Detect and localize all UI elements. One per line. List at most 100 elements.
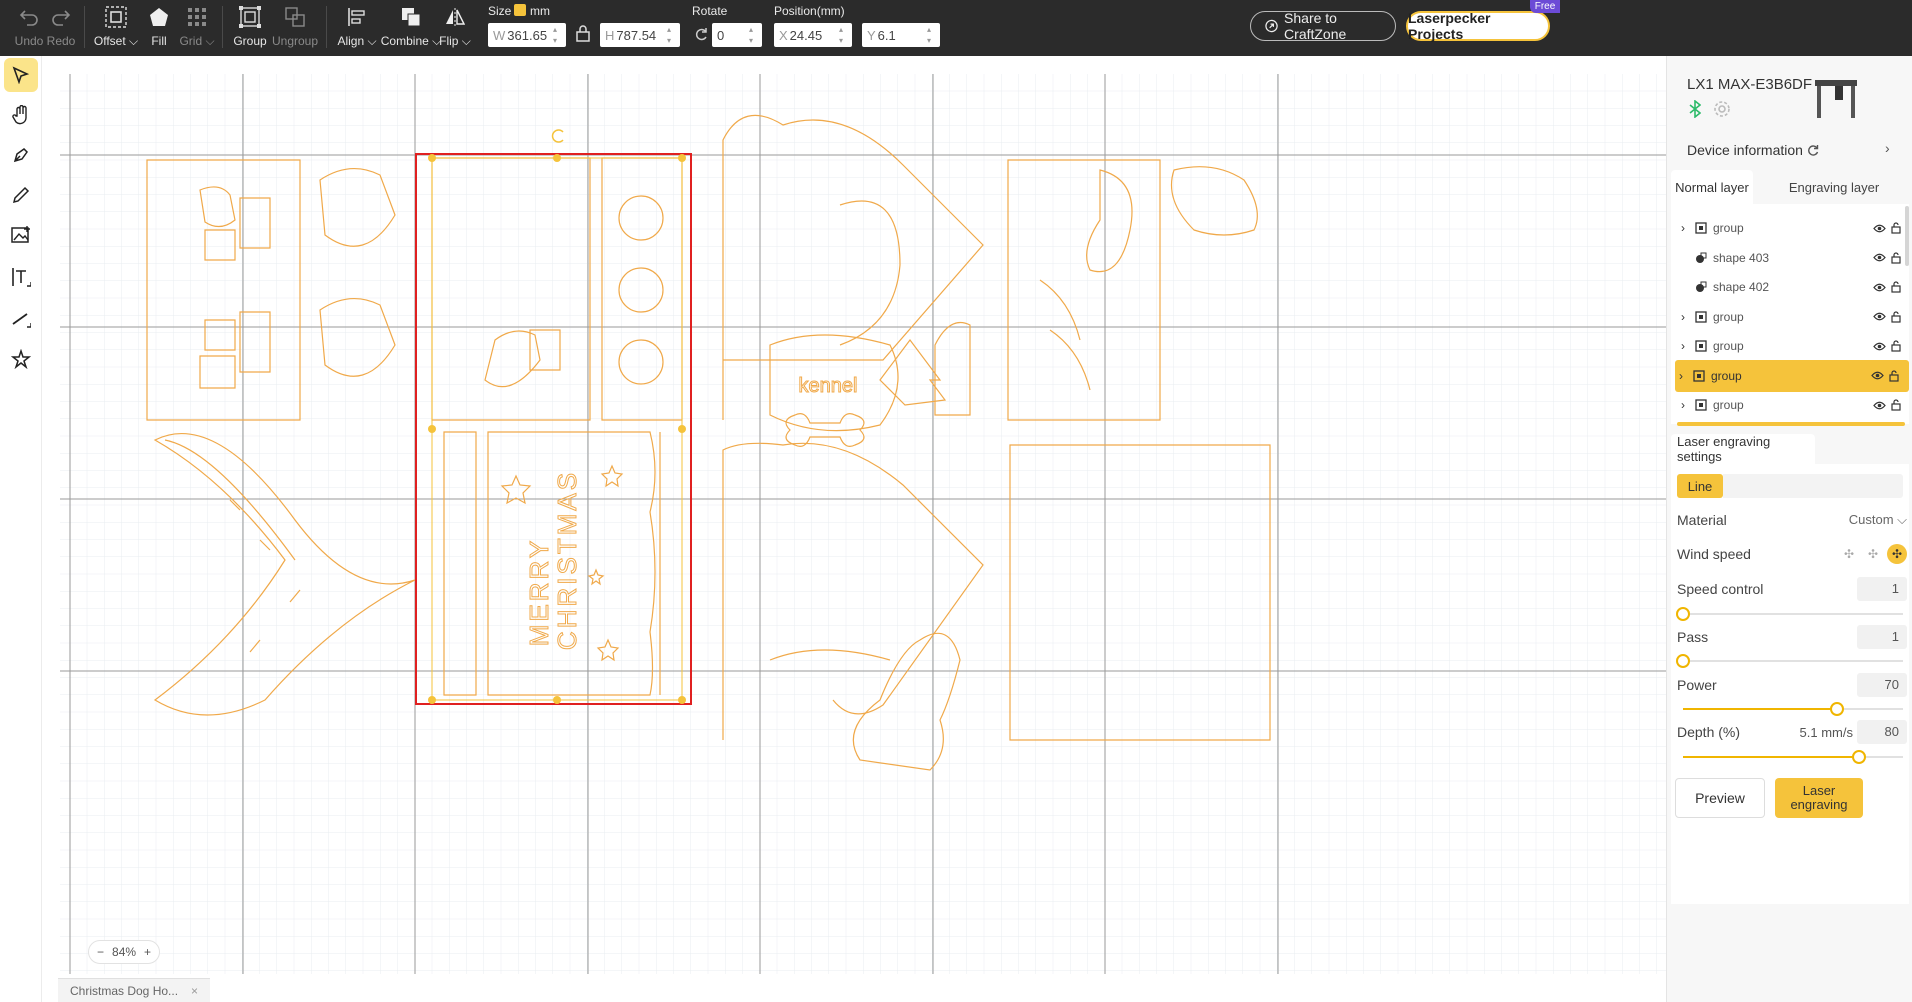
resize-handle[interactable] <box>428 425 436 433</box>
wind-mid-icon[interactable]: ✣ <box>1863 544 1883 564</box>
combine-icon <box>398 4 424 30</box>
tab-normal-layer[interactable]: Normal layer <box>1671 170 1753 204</box>
select-tool[interactable] <box>4 58 38 92</box>
slider-knob[interactable] <box>1676 607 1690 621</box>
slider-knob[interactable] <box>1852 750 1866 764</box>
share-craftzone-button[interactable]: Share to CraftZone <box>1250 10 1396 42</box>
image-icon <box>11 226 30 243</box>
eye-icon[interactable] <box>1873 283 1891 292</box>
height-stepper[interactable]: ▴ ▾ <box>667 25 677 45</box>
resize-handle[interactable] <box>428 154 436 162</box>
layer-list-scroll-indicator[interactable] <box>1677 422 1905 426</box>
zoom-in-button[interactable]: + <box>144 945 151 959</box>
lock-icon[interactable] <box>1891 222 1911 234</box>
slider-knob[interactable] <box>1676 654 1690 668</box>
lock-icon[interactable] <box>1891 251 1911 264</box>
tab-engraving-layer[interactable]: Engraving layer <box>1759 170 1909 204</box>
y-position-field[interactable]: Y 6.1 ▴ ▾ <box>862 23 940 47</box>
width-field[interactable]: W 361.65 ▴ ▾ <box>488 23 566 47</box>
eye-icon[interactable] <box>1873 342 1891 351</box>
layer-row[interactable]: › group <box>1675 359 1909 392</box>
chevron-right-icon[interactable]: › <box>1681 221 1695 235</box>
layer-row[interactable]: › group <box>1677 330 1911 362</box>
layer-row[interactable]: shape 403 <box>1677 242 1911 274</box>
x-position-field[interactable]: X 24.45 ▴ ▾ <box>774 23 852 47</box>
text-tool[interactable] <box>4 260 38 294</box>
hand-tool[interactable] <box>4 98 38 132</box>
preview-button[interactable]: Preview <box>1675 778 1765 818</box>
depth-input[interactable]: 80 <box>1857 720 1907 744</box>
gear-icon[interactable] <box>1713 100 1731 118</box>
layer-row[interactable]: › group <box>1677 301 1911 333</box>
align-button[interactable]: Align ⌵ <box>336 4 378 52</box>
wind-high-icon[interactable]: ✣ <box>1887 544 1907 564</box>
lock-icon[interactable] <box>1891 310 1911 323</box>
wind-speed-row: Wind speed ✣ ✣ ✣ <box>1677 541 1907 567</box>
power-slider[interactable] <box>1683 702 1903 716</box>
lock-icon[interactable] <box>1891 399 1911 411</box>
y-stepper[interactable]: ▴ ▾ <box>927 25 937 45</box>
resize-handle[interactable] <box>678 696 686 704</box>
resize-handle[interactable] <box>553 696 561 704</box>
eye-icon[interactable] <box>1873 401 1891 410</box>
group-button[interactable]: Group <box>232 4 268 52</box>
lock-icon[interactable] <box>1891 340 1911 352</box>
speed-slider[interactable] <box>1676 607 1903 621</box>
layer-row[interactable]: shape 402 <box>1677 271 1911 303</box>
chevron-right-icon[interactable]: › <box>1885 140 1890 156</box>
ungroup-button[interactable]: Ungroup <box>272 4 318 52</box>
undo-button[interactable]: Undo <box>12 4 46 52</box>
image-tool[interactable] <box>4 218 38 252</box>
resize-handle[interactable] <box>553 154 561 162</box>
combine-button[interactable]: Combine ⌵ <box>381 4 441 52</box>
height-field[interactable]: H 787.54 ▴ ▾ <box>600 23 680 47</box>
wind-low-icon[interactable]: ✣ <box>1839 544 1859 564</box>
line-tool[interactable] <box>4 302 38 336</box>
shape-tool[interactable] <box>4 342 38 376</box>
eye-icon[interactable] <box>1873 224 1891 233</box>
document-tab[interactable]: Christmas Dog Ho... × <box>58 978 210 1002</box>
layer-row[interactable]: › group <box>1677 212 1911 244</box>
eye-icon[interactable] <box>1871 371 1889 380</box>
grid-button[interactable]: Grid ⌵ <box>179 4 215 52</box>
unit-selector[interactable]: mm <box>530 4 550 18</box>
chevron-right-icon[interactable]: › <box>1679 369 1693 383</box>
resize-handle[interactable] <box>428 696 436 704</box>
fill-button[interactable]: Fill <box>146 4 172 52</box>
x-stepper[interactable]: ▴ ▾ <box>839 25 849 45</box>
laser-engraving-button[interactable]: Laser engraving <box>1775 778 1863 818</box>
laserpecker-projects-button[interactable]: Laserpecker Projects <box>1406 10 1550 42</box>
lock-icon[interactable] <box>1891 281 1911 293</box>
layer-row[interactable]: › group <box>1677 389 1911 421</box>
redo-button[interactable]: Redo <box>46 4 76 52</box>
material-select[interactable]: Custom ⌵ <box>1849 512 1907 528</box>
refresh-icon[interactable] <box>1807 144 1819 156</box>
width-stepper[interactable]: ▴ ▾ <box>553 25 563 45</box>
depth-slider[interactable] <box>1683 750 1903 764</box>
speed-input[interactable]: 1 <box>1857 577 1907 601</box>
eye-icon[interactable] <box>1873 312 1891 321</box>
close-tab-icon[interactable]: × <box>191 984 198 998</box>
pass-slider[interactable] <box>1676 654 1903 668</box>
lock-ratio-icon[interactable] <box>576 24 590 42</box>
resize-handle[interactable] <box>678 425 686 433</box>
mode-line-button[interactable]: Line <box>1677 474 1723 498</box>
rotate-field[interactable]: 0 ▴ ▾ <box>712 23 762 47</box>
power-input[interactable]: 70 <box>1857 673 1907 697</box>
zoom-out-button[interactable]: − <box>97 945 104 959</box>
slider-knob[interactable] <box>1830 702 1844 716</box>
pen-tool[interactable] <box>4 138 38 172</box>
offset-button[interactable]: Offset ⌵ <box>94 4 138 52</box>
chevron-right-icon[interactable]: › <box>1681 398 1695 412</box>
lock-icon[interactable] <box>1889 369 1909 382</box>
pencil-tool[interactable] <box>4 178 38 212</box>
pass-input[interactable]: 1 <box>1857 625 1907 649</box>
rotate-stepper[interactable]: ▴ ▾ <box>749 25 759 45</box>
chevron-right-icon[interactable]: › <box>1681 339 1695 353</box>
chevron-right-icon[interactable]: › <box>1681 310 1695 324</box>
resize-handle[interactable] <box>678 154 686 162</box>
flip-button[interactable]: Flip ⌵ <box>439 4 471 52</box>
design-canvas[interactable]: MERRY CHRISTMAS kennel <box>42 56 1666 974</box>
device-information-link[interactable]: Device information <box>1687 140 1851 160</box>
eye-icon[interactable] <box>1873 253 1891 262</box>
